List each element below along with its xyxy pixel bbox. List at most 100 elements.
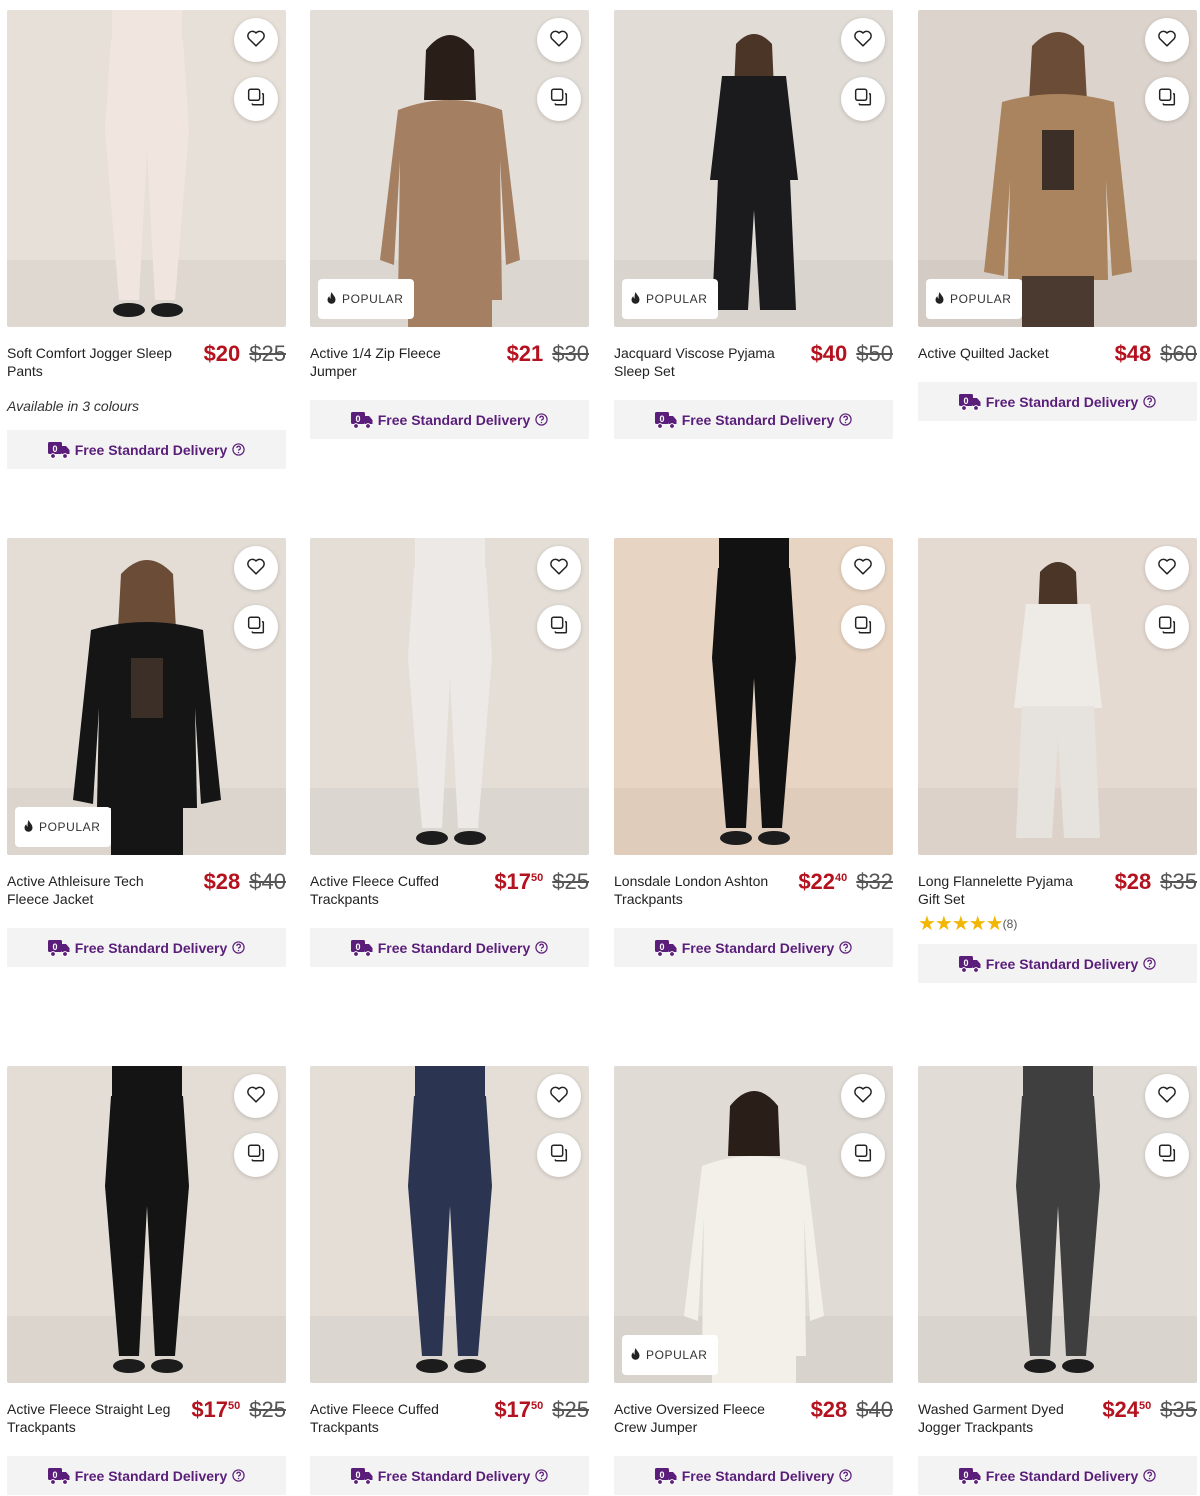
- current-price: $1750: [494, 869, 543, 895]
- help-icon[interactable]: [834, 941, 852, 954]
- product-image-container[interactable]: POPULAR: [614, 1066, 893, 1383]
- wishlist-button[interactable]: [537, 1074, 581, 1118]
- product-name[interactable]: Long Flannelette Pyjama Gift Set: [918, 872, 1098, 908]
- free-delivery-banner[interactable]: 0 Free Standard Delivery: [918, 944, 1197, 983]
- product-image-container[interactable]: [7, 10, 286, 327]
- wishlist-button[interactable]: [1145, 18, 1189, 62]
- compare-button[interactable]: [1145, 77, 1189, 121]
- product-card[interactable]: POPULAR Active 1/4 Zip Fleece Jumper $21 $3…: [310, 10, 589, 439]
- free-delivery-banner[interactable]: 0 Free Standard Delivery: [310, 928, 589, 967]
- product-image-container[interactable]: POPULAR: [7, 538, 286, 855]
- delivery-truck-icon: 0: [958, 1467, 986, 1485]
- free-delivery-banner[interactable]: 0 Free Standard Delivery: [7, 1456, 286, 1495]
- free-delivery-banner[interactable]: 0 Free Standard Delivery: [918, 382, 1197, 421]
- product-image-container[interactable]: [7, 1066, 286, 1383]
- wishlist-button[interactable]: [234, 18, 278, 62]
- product-card[interactable]: POPULAR Active Quilted Jacket $48 $60 0 Free …: [918, 10, 1197, 421]
- free-delivery-banner[interactable]: 0 Free Standard Delivery: [7, 430, 286, 469]
- product-image-container[interactable]: POPULAR: [310, 10, 589, 327]
- product-card[interactable]: POPULAR Jacquard Viscose Pyjama Sleep Set…: [614, 10, 893, 439]
- free-delivery-banner[interactable]: 0 Free Standard Delivery: [918, 1456, 1197, 1495]
- compare-button[interactable]: [234, 1133, 278, 1177]
- product-card[interactable]: Lonsdale London Ashton Trackpants $2240 $3…: [614, 538, 893, 967]
- heart-icon: [852, 555, 874, 582]
- product-name[interactable]: Soft Comfort Jogger Sleep Pants: [7, 344, 187, 380]
- product-name[interactable]: Lonsdale London Ashton Trackpants: [614, 872, 794, 908]
- product-card[interactable]: POPULAR Active Oversized Fleece Crew Jump…: [614, 1066, 893, 1495]
- heart-icon: [548, 27, 570, 54]
- svg-text:0: 0: [355, 942, 360, 952]
- delivery-truck-icon: 0: [958, 393, 986, 411]
- product-card[interactable]: Active Fleece Cuffed Trackpants $1750 $25 0…: [310, 538, 589, 967]
- product-card[interactable]: Washed Garment Dyed Jogger Trackpants $24…: [918, 1066, 1197, 1495]
- wishlist-button[interactable]: [234, 1074, 278, 1118]
- product-name[interactable]: Active Quilted Jacket: [918, 344, 1098, 362]
- wishlist-button[interactable]: [841, 1074, 885, 1118]
- product-info: Active Oversized Fleece Crew Jumper $28 $4…: [614, 1397, 893, 1440]
- wishlist-button[interactable]: [537, 546, 581, 590]
- help-icon[interactable]: [1138, 1469, 1156, 1482]
- compare-icon: [245, 1142, 267, 1169]
- product-name[interactable]: Washed Garment Dyed Jogger Trackpants: [918, 1400, 1098, 1436]
- help-icon[interactable]: [530, 941, 548, 954]
- product-name[interactable]: Active Fleece Straight Leg Trackpants: [7, 1400, 187, 1436]
- compare-button[interactable]: [537, 77, 581, 121]
- product-image-container[interactable]: [614, 538, 893, 855]
- product-card[interactable]: POPULAR Active Athleisure Tech Fleece Jac…: [7, 538, 286, 967]
- help-icon[interactable]: [1138, 957, 1156, 970]
- product-name[interactable]: Active Fleece Cuffed Trackpants: [310, 872, 490, 908]
- product-card[interactable]: Active Fleece Cuffed Trackpants $1750 $25 0…: [310, 1066, 589, 1495]
- help-icon[interactable]: [834, 413, 852, 426]
- compare-button[interactable]: [537, 605, 581, 649]
- compare-button[interactable]: [841, 77, 885, 121]
- help-icon[interactable]: [227, 443, 245, 456]
- help-icon[interactable]: [530, 1469, 548, 1482]
- help-icon[interactable]: [227, 941, 245, 954]
- compare-button[interactable]: [537, 1133, 581, 1177]
- wishlist-button[interactable]: [841, 18, 885, 62]
- wishlist-button[interactable]: [1145, 1074, 1189, 1118]
- product-image-container[interactable]: [310, 538, 589, 855]
- compare-button[interactable]: [1145, 1133, 1189, 1177]
- wishlist-button[interactable]: [1145, 546, 1189, 590]
- compare-button[interactable]: [1145, 605, 1189, 649]
- wishlist-button[interactable]: [841, 546, 885, 590]
- help-icon[interactable]: [1138, 395, 1156, 408]
- product-image-container[interactable]: [310, 1066, 589, 1383]
- compare-button[interactable]: [234, 77, 278, 121]
- product-image-container[interactable]: POPULAR: [614, 10, 893, 327]
- wishlist-button[interactable]: [537, 18, 581, 62]
- product-name[interactable]: Active Athleisure Tech Fleece Jacket: [7, 872, 187, 908]
- free-delivery-banner[interactable]: 0 Free Standard Delivery: [614, 1456, 893, 1495]
- free-delivery-banner[interactable]: 0 Free Standard Delivery: [614, 928, 893, 967]
- product-name[interactable]: Active Fleece Cuffed Trackpants: [310, 1400, 490, 1436]
- free-delivery-banner[interactable]: 0 Free Standard Delivery: [614, 400, 893, 439]
- original-price: $25: [552, 869, 589, 894]
- product-image-container[interactable]: [918, 1066, 1197, 1383]
- wishlist-button[interactable]: [234, 546, 278, 590]
- product-card[interactable]: Long Flannelette Pyjama Gift Set $28 $35 ★★…: [918, 538, 1197, 983]
- help-icon[interactable]: [530, 413, 548, 426]
- svg-text:0: 0: [52, 444, 57, 454]
- free-delivery-banner[interactable]: 0 Free Standard Delivery: [310, 400, 589, 439]
- compare-button[interactable]: [234, 605, 278, 649]
- compare-button[interactable]: [841, 1133, 885, 1177]
- product-name[interactable]: Active 1/4 Zip Fleece Jumper: [310, 344, 490, 380]
- current-price: $20: [204, 341, 241, 367]
- product-info: Active Athleisure Tech Fleece Jacket $28 $…: [7, 869, 286, 912]
- product-image-container[interactable]: [918, 538, 1197, 855]
- product-card[interactable]: Active Fleece Straight Leg Trackpants $17…: [7, 1066, 286, 1495]
- help-icon[interactable]: [834, 1469, 852, 1482]
- badge-label: POPULAR: [646, 292, 708, 306]
- current-price: $28: [204, 869, 241, 895]
- product-image-container[interactable]: POPULAR: [918, 10, 1197, 327]
- free-delivery-banner[interactable]: 0 Free Standard Delivery: [310, 1456, 589, 1495]
- free-delivery-banner[interactable]: 0 Free Standard Delivery: [7, 928, 286, 967]
- product-name[interactable]: Active Oversized Fleece Crew Jumper: [614, 1400, 794, 1436]
- compare-button[interactable]: [841, 605, 885, 649]
- current-price-cents: 50: [531, 872, 544, 884]
- help-icon[interactable]: [227, 1469, 245, 1482]
- product-card[interactable]: Soft Comfort Jogger Sleep Pants $20 $25 Ava…: [7, 10, 286, 469]
- rating[interactable]: ★★★★★ (8): [918, 914, 1197, 934]
- product-name[interactable]: Jacquard Viscose Pyjama Sleep Set: [614, 344, 794, 380]
